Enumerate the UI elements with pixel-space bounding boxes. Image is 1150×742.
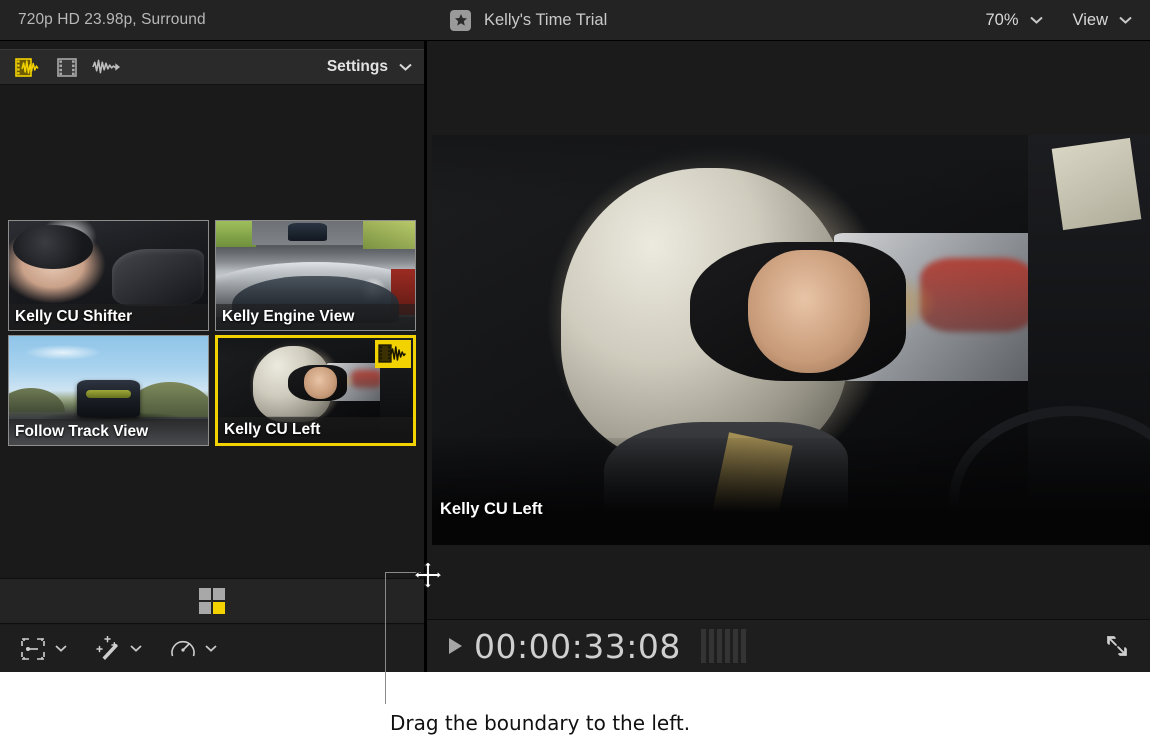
audio-waveform-icon[interactable]	[92, 56, 120, 78]
clip-frame: Follow Track View	[8, 335, 209, 446]
grass-right	[363, 221, 415, 249]
scrubber-bar	[717, 629, 722, 663]
scrubber-bar	[725, 629, 730, 663]
browser-panel: Settings Kelly CU Shifter	[0, 41, 424, 672]
scrubber-bar	[741, 629, 746, 663]
viewer-tool-strip	[0, 625, 424, 672]
clip-row: Follow Track View	[8, 335, 420, 446]
clip-item-kelly-cu-shifter[interactable]: Kelly CU Shifter	[8, 220, 209, 331]
browser-header: 720p HD 23.98p, Surround	[0, 0, 424, 40]
speedometer-icon	[168, 635, 198, 663]
clip-grid: Kelly CU Shifter	[8, 220, 420, 450]
fullscreen-expand-icon[interactable]	[1104, 633, 1130, 659]
clip-item-kelly-engine-view[interactable]: Kelly Engine View	[215, 220, 416, 331]
chevron-down-icon	[1119, 16, 1132, 24]
grid-view-icon[interactable]	[199, 588, 225, 614]
retime-tool-button[interactable]	[168, 635, 217, 663]
timecode-display[interactable]: 00:00:33:08	[474, 627, 681, 666]
cloud	[25, 345, 101, 360]
viewer-canvas[interactable]: Kelly CU Left	[432, 135, 1150, 545]
timecode-scrubber-icon[interactable]	[701, 629, 749, 663]
zoom-level-value: 70%	[986, 11, 1019, 30]
magic-wand-icon	[93, 635, 123, 663]
clip-frame: Kelly CU Shifter	[8, 220, 209, 331]
driver-face	[748, 250, 870, 373]
clip-name-label: Kelly CU Left	[218, 417, 413, 443]
transform-tool-button[interactable]	[18, 635, 67, 663]
view-menu[interactable]: View	[1073, 11, 1132, 30]
clip-name-label: Kelly Engine View	[216, 304, 415, 330]
viewer-title: Kelly's Time Trial	[484, 11, 607, 30]
scrubber-bar	[733, 629, 738, 663]
grid-cell	[199, 588, 211, 600]
play-triangle-icon[interactable]	[449, 638, 462, 654]
viewer-header: Kelly's Time Trial 70% View	[427, 0, 1150, 40]
driver-face	[304, 367, 337, 399]
clip-item-follow-track-view[interactable]: Follow Track View	[8, 335, 209, 446]
chevron-down-icon	[205, 645, 217, 652]
red-motion-blur	[920, 258, 1035, 332]
viewer-panel: Kelly CU Left	[427, 41, 1150, 619]
clip-name-label: Follow Track View	[9, 419, 208, 445]
settings-label: Settings	[327, 58, 388, 76]
clip-frame: Kelly Engine View	[215, 220, 416, 331]
zoom-level-menu[interactable]: 70%	[986, 11, 1043, 30]
grid-cell	[199, 602, 211, 614]
browser-toolbar: Settings	[0, 49, 424, 85]
lens-flare	[359, 278, 387, 302]
car-rear	[77, 380, 141, 417]
grid-cell	[213, 588, 225, 600]
filmstrip-audio-badge-icon	[375, 340, 411, 368]
chevron-down-icon	[399, 63, 412, 71]
chevron-down-icon	[130, 645, 142, 652]
filmstrip-icon[interactable]	[53, 56, 81, 78]
clips-filmstrip-audio-icon[interactable]	[14, 56, 42, 78]
browser-bottom-bar	[0, 578, 424, 624]
viewer-video-frame	[432, 135, 1150, 545]
viewer-clip-label: Kelly CU Left	[440, 500, 543, 545]
callout-instruction-text: Drag the boundary to the left.	[390, 711, 690, 735]
grass-left	[216, 221, 256, 247]
clip-item-kelly-cu-left[interactable]: Kelly CU Left	[215, 335, 416, 446]
view-menu-label: View	[1073, 11, 1108, 30]
project-format-info: 720p HD 23.98p, Surround	[18, 11, 206, 29]
final-cut-pro-window: 720p HD 23.98p, Surround Kelly's Time Tr…	[0, 0, 1150, 672]
chevron-down-icon	[55, 645, 67, 652]
clip-row: Kelly CU Shifter	[8, 220, 420, 331]
transport-bar: 00:00:33:08	[427, 619, 1150, 672]
enhancement-tool-button[interactable]	[93, 635, 142, 663]
grid-cell-active	[213, 602, 225, 614]
top-bar: 720p HD 23.98p, Surround Kelly's Time Tr…	[0, 0, 1150, 41]
clip-name-label: Kelly CU Shifter	[9, 304, 208, 330]
window-sticker	[1051, 138, 1141, 230]
chevron-down-icon	[1030, 16, 1043, 24]
settings-menu[interactable]: Settings	[327, 58, 412, 76]
star-icon[interactable]	[450, 10, 471, 31]
scrubber-bar	[701, 629, 706, 663]
crop-transform-icon	[18, 635, 48, 663]
clip-frame-selected: Kelly CU Left	[215, 335, 416, 446]
car-ahead	[288, 223, 328, 240]
hill-left	[9, 388, 65, 412]
scrubber-bar	[709, 629, 714, 663]
red-motion-blur	[351, 370, 382, 389]
